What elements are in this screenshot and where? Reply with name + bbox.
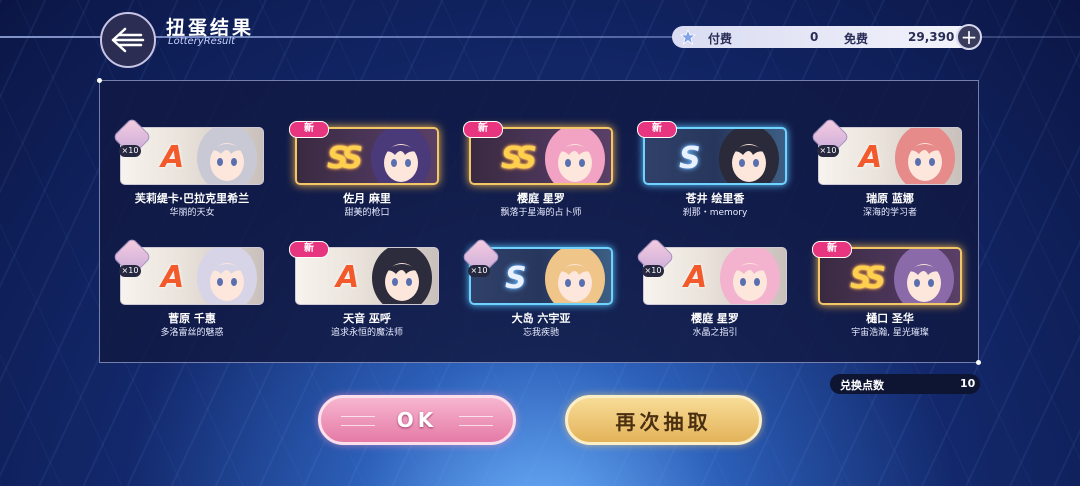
new-badge: 新 [289, 241, 329, 258]
result-card[interactable]: A ×10 菅原 千惠多洛雷丝的魅惑 [112, 237, 264, 338]
character-portrait [371, 129, 431, 183]
free-value: 29,390 [908, 30, 955, 44]
draw-again-label: 再次抽取 [615, 409, 712, 434]
character-portrait [895, 128, 955, 184]
new-badge: 新 [463, 121, 503, 138]
rank-label: A [684, 260, 708, 295]
character-title: 多洛雷丝的魅惑 [160, 328, 224, 338]
character-name: 天音 巫呼 [343, 312, 391, 325]
character-portrait [719, 129, 779, 183]
rank-label: SS [327, 141, 363, 176]
duplicate-badge: ×10 [112, 237, 152, 283]
button-decoration [459, 416, 493, 426]
character-name: 苍井 绘里香 [685, 192, 745, 205]
duplicate-badge: ×10 [461, 237, 501, 283]
page-subtitle: LotteryResult [168, 36, 236, 47]
rank-label: A [161, 140, 185, 175]
duplicate-count: ×10 [817, 145, 839, 157]
rank-label: A [161, 260, 185, 295]
corner-dot [976, 360, 981, 365]
result-card[interactable]: A 新天音 巫呼追求永恒的魔法师 [289, 241, 439, 338]
add-currency-button[interactable]: + [956, 24, 982, 50]
ok-button[interactable]: OK [318, 395, 516, 445]
result-card[interactable]: SS 新樱庭 星罗飘落于星海的占卜师 [463, 121, 613, 218]
rank-label: A [859, 140, 883, 175]
character-title: 刹那・memory [682, 208, 748, 218]
character-portrait [372, 248, 432, 304]
rank-label: A [336, 260, 360, 295]
rank-label: SS [850, 261, 886, 296]
duplicate-badge: ×10 [635, 237, 675, 283]
back-button[interactable] [100, 12, 156, 68]
corner-dot [97, 78, 102, 83]
new-badge: 新 [637, 121, 677, 138]
new-badge: 新 [289, 121, 329, 138]
rank-label: S [679, 141, 701, 176]
character-name: 樱庭 星罗 [691, 312, 739, 325]
character-title: 华丽的天女 [169, 208, 215, 218]
character-portrait [720, 248, 780, 304]
result-card[interactable]: A ×10 瑞原 蓝娜深海的学习者 [810, 117, 962, 218]
duplicate-badge: ×10 [112, 117, 152, 163]
new-badge: 新 [812, 241, 852, 258]
character-title: 追求永恒的魔法师 [330, 328, 403, 338]
duplicate-badge: ×10 [810, 117, 850, 163]
ok-label: OK [396, 408, 438, 432]
duplicate-count: ×10 [468, 265, 490, 277]
duplicate-count: ×10 [119, 145, 141, 157]
character-portrait [197, 128, 257, 184]
exchange-value: 10 [960, 377, 976, 390]
back-arrow-icon [111, 27, 145, 53]
duplicate-count: ×10 [642, 265, 664, 277]
character-portrait [545, 129, 605, 183]
free-label: 免费 [844, 32, 869, 46]
result-card[interactable]: A ×10 芙莉缇卡·巴拉克里希兰 华丽的天女 [112, 117, 264, 218]
character-name: 瑞原 蓝娜 [866, 192, 914, 205]
character-title: 水晶之指引 [692, 328, 738, 338]
currency-bar: 付费 0 免费 29,390 [672, 26, 972, 48]
results-panel: A ×10 芙莉缇卡·巴拉克里希兰 华丽的天女 SS 新佐月 麻里 甜美的枪口 SS 新樱庭 星… [97, 78, 981, 365]
paid-label: 付费 [708, 32, 733, 46]
paid-value: 0 [810, 30, 819, 44]
star-icon [680, 29, 696, 45]
rank-label: SS [501, 141, 537, 176]
character-title: 飘落于星海的占卜师 [500, 208, 582, 218]
exchange-points: 兑换点数 10 [830, 374, 980, 394]
result-card[interactable]: S ×10 大岛 六宇亚 忘我疾驰 [461, 237, 613, 338]
character-title: 忘我疾驰 [522, 328, 559, 338]
exchange-label: 兑换点数 [840, 379, 884, 392]
character-portrait [894, 249, 954, 303]
character-title: 宇宙浩瀚, 星光璀璨 [851, 328, 929, 338]
button-decoration [341, 416, 375, 426]
character-title: 深海的学习者 [862, 208, 917, 218]
character-name: 大岛 六宇亚 [511, 312, 571, 325]
character-name: 菅原 千惠 [168, 312, 216, 325]
character-title: 甜美的枪口 [344, 208, 390, 218]
result-card[interactable]: A ×10 樱庭 星罗水晶之指引 [635, 237, 787, 338]
result-card[interactable]: S 新苍井 绘里香 刹那・memory [637, 121, 787, 218]
duplicate-count: ×10 [119, 265, 141, 277]
rank-label: S [505, 261, 527, 296]
character-name: 樱庭 星罗 [517, 192, 565, 205]
character-name: 芙莉缇卡·巴拉克里希兰 [134, 192, 250, 205]
plus-icon: + [960, 25, 978, 49]
character-name: 佐月 麻里 [343, 192, 391, 205]
result-card[interactable]: SS 新佐月 麻里甜美的枪口 [289, 121, 439, 218]
character-portrait [545, 249, 605, 303]
draw-again-button[interactable]: 再次抽取 [565, 395, 762, 445]
character-name: 樋口 圣华 [866, 312, 914, 325]
character-portrait [197, 248, 257, 304]
result-card[interactable]: SS 新樋口 圣华宇宙浩瀚, 星光璀璨 [812, 241, 962, 338]
